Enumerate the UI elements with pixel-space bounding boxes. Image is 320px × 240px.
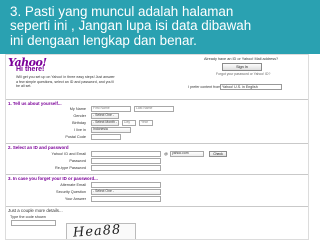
- password-label: Password: [69, 159, 86, 163]
- domain-select[interactable]: yahoo.com: [170, 151, 204, 157]
- security-question-label: Security Question: [56, 190, 86, 194]
- retype-password-field[interactable]: [91, 165, 161, 171]
- live-in-label: I live in: [74, 128, 86, 132]
- yahoo-id-label: Yahoo! ID and Email: [51, 152, 86, 156]
- alternate-email-field[interactable]: [91, 182, 161, 188]
- gender-select[interactable]: - Select One -: [91, 113, 119, 119]
- section2-title: 2. Select an ID and password: [8, 145, 69, 150]
- greeting-heading: Hi there!: [16, 66, 45, 73]
- instruction-banner: 3. Pasti yang muncul adalah halaman sepe…: [0, 0, 320, 54]
- my-name-label: My Name: [69, 107, 86, 111]
- divider: [6, 174, 308, 175]
- signin-button[interactable]: Sign In: [222, 63, 262, 71]
- forgot-link[interactable]: Forgot your password or Yahoo! ID?: [216, 72, 270, 76]
- divider: [6, 206, 308, 207]
- pref-label: I prefer content from: [188, 85, 221, 89]
- instruction-line-3: ini dengaan lengkap dan benar.: [10, 32, 197, 48]
- yahoo-signup-screenshot: Yahoo! Hi there! Will get you set up on …: [5, 54, 309, 240]
- captcha-text: Hea88: [72, 222, 122, 240]
- answer-label: Your Answer: [64, 197, 86, 201]
- section1-title: 1. Tell us about yourself...: [8, 101, 62, 106]
- divider: [6, 143, 308, 144]
- captcha-input[interactable]: [11, 220, 56, 226]
- signin-prompt: Already have an ID or Yahoo! Mail addres…: [204, 57, 279, 61]
- postal-label: Postal Code: [65, 135, 86, 139]
- language-select[interactable]: Yahoo! U.S. in English: [220, 84, 282, 90]
- gender-label: Gender: [73, 114, 86, 118]
- postal-field[interactable]: [91, 134, 121, 140]
- section4-title: Just a couple more details...: [8, 208, 63, 213]
- country-select[interactable]: Indonesia: [91, 127, 131, 133]
- first-name-field[interactable]: First Name: [91, 106, 131, 112]
- month-select[interactable]: - Select Month -: [91, 120, 119, 126]
- divider: [6, 99, 308, 100]
- captcha-image: Hea88: [66, 222, 136, 240]
- instruction-text: 3. Pasti yang muncul adalah halaman sepe…: [10, 4, 314, 48]
- code-label: Type the code shown: [10, 215, 46, 219]
- section3-title: 3. In case you forget your ID or passwor…: [8, 176, 98, 181]
- answer-field[interactable]: [91, 196, 161, 202]
- last-name-field[interactable]: Last Name: [134, 106, 174, 112]
- birthday-label: Birthday: [72, 121, 86, 125]
- intro-text: Will get you set up on Yahoo! in three e…: [16, 75, 115, 89]
- instruction-line-1: 3. Pasti yang muncul adalah halaman: [10, 4, 234, 19]
- security-question-select[interactable]: - Select One -: [91, 189, 161, 195]
- instruction-line-2: seperti ini , Jangan lupa isi data dibaw…: [10, 18, 252, 34]
- alternate-email-label: Alternate Email: [60, 183, 86, 187]
- yahoo-id-field[interactable]: [91, 151, 161, 157]
- check-button[interactable]: Check: [209, 151, 227, 157]
- password-field[interactable]: [91, 158, 161, 164]
- day-field[interactable]: Day: [122, 120, 136, 126]
- retype-password-label: Re-type Password: [54, 166, 86, 170]
- year-field[interactable]: Year: [139, 120, 153, 126]
- at-sign: @: [164, 151, 169, 156]
